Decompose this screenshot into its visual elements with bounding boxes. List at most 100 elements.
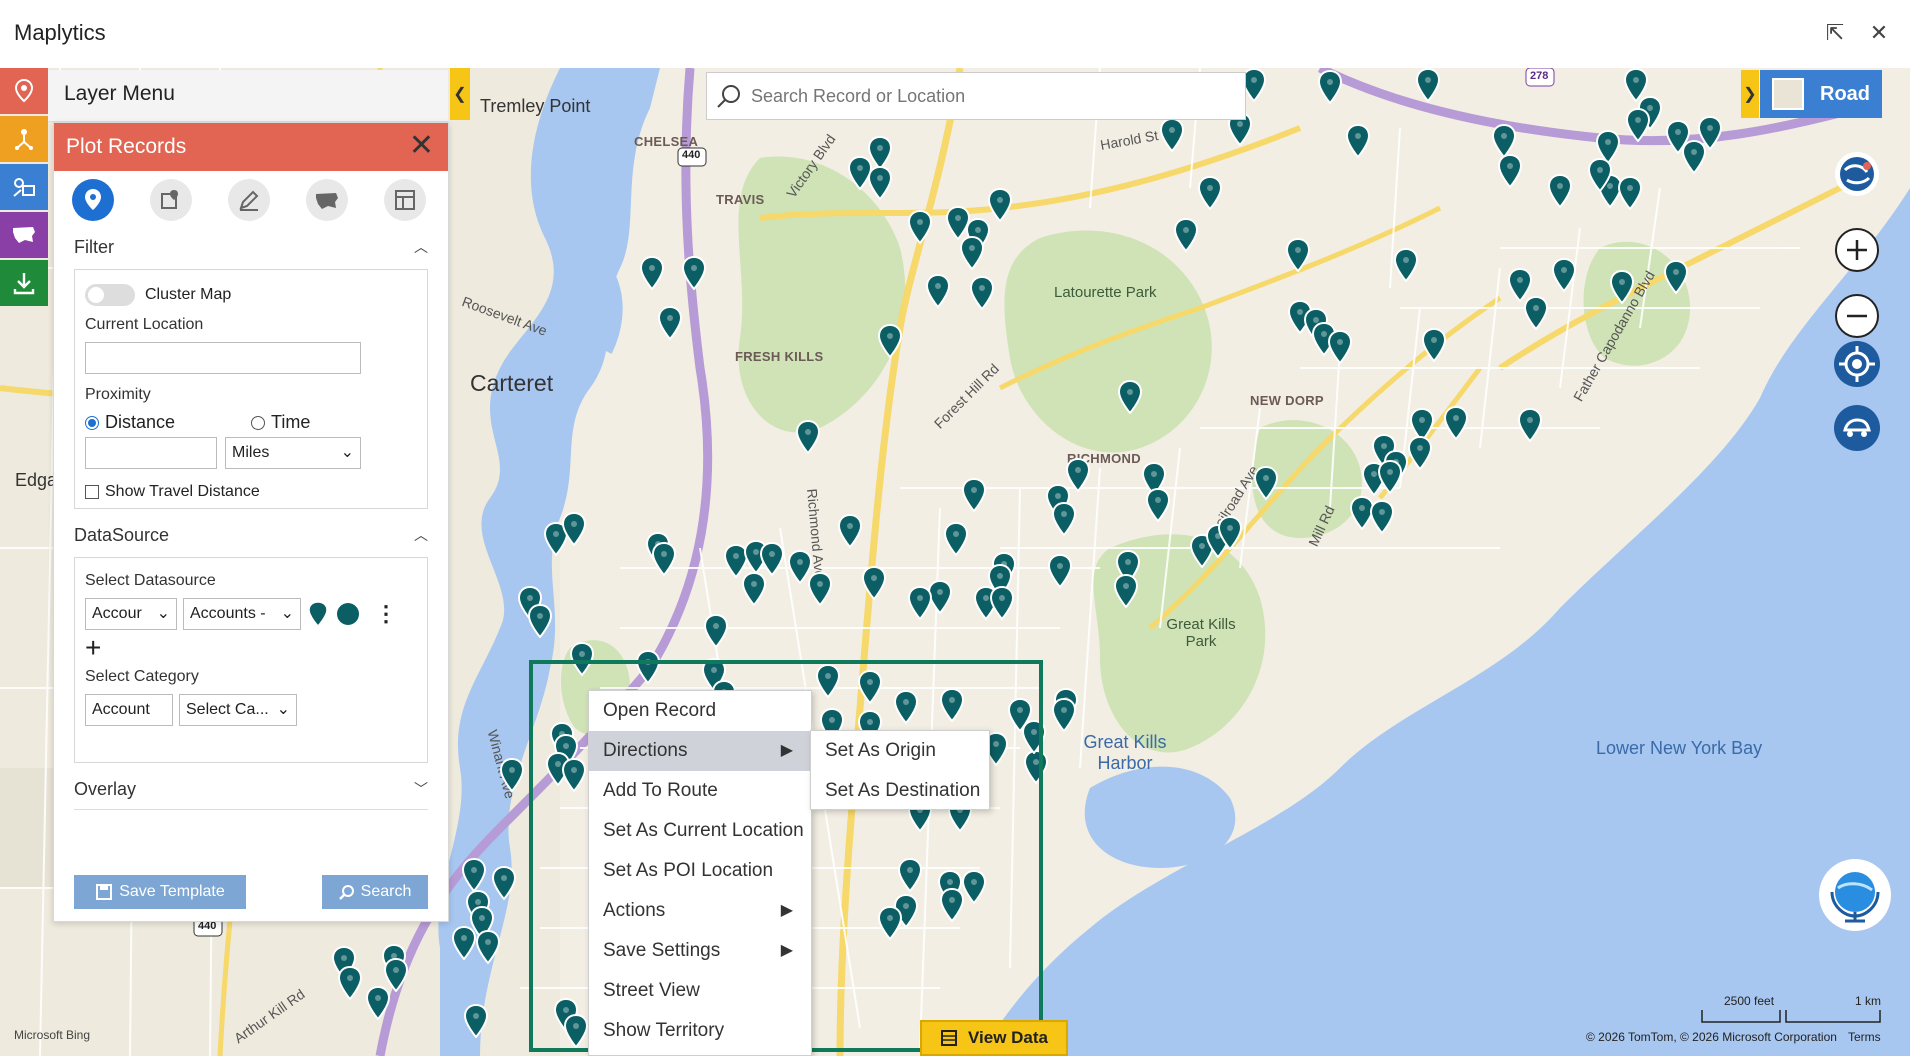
record-pin-icon[interactable] — [1443, 406, 1469, 440]
restore-icon[interactable]: ⇱ — [1820, 18, 1850, 48]
record-pin-icon[interactable] — [1159, 118, 1185, 152]
record-pin-icon[interactable] — [1587, 158, 1613, 192]
distance-input[interactable] — [85, 437, 217, 469]
record-pin-icon[interactable] — [1117, 380, 1143, 414]
entity-select[interactable]: Accour ⌄ — [85, 598, 177, 630]
menu-item-show-territory[interactable]: Show Territory — [589, 1011, 811, 1051]
record-pin-icon[interactable] — [961, 478, 987, 512]
territory-strip-button[interactable] — [0, 164, 48, 210]
record-pin-icon[interactable] — [639, 256, 665, 290]
record-pin-icon[interactable] — [943, 522, 969, 556]
record-pin-icon[interactable] — [1285, 238, 1311, 272]
record-pin-icon[interactable] — [877, 324, 903, 358]
assistant-globe-button[interactable] — [1818, 858, 1892, 932]
record-pin-icon[interactable] — [837, 514, 863, 548]
zoom-in-button[interactable] — [1833, 226, 1881, 274]
record-pin-icon[interactable] — [1051, 698, 1077, 732]
record-pin-icon[interactable] — [925, 274, 951, 308]
record-pin-icon[interactable] — [1663, 260, 1689, 294]
overlay-section-header[interactable]: Overlay ﹀ — [54, 771, 448, 807]
menu-item-set-as-poi-location[interactable]: Set As POI Location — [589, 851, 811, 891]
record-pin-icon[interactable] — [1113, 574, 1139, 608]
color-picker-icon[interactable] — [335, 601, 361, 627]
region-strip-button[interactable] — [0, 212, 48, 258]
record-pin-icon[interactable] — [1551, 258, 1577, 292]
record-pin-icon[interactable] — [1047, 554, 1073, 588]
record-pin-icon[interactable] — [1517, 408, 1543, 442]
record-pin-icon[interactable] — [1217, 516, 1243, 550]
tab-region[interactable] — [306, 179, 348, 221]
terms-link[interactable]: Terms — [1848, 1030, 1881, 1044]
menu-item-add-to-route[interactable]: Add To Route — [589, 771, 811, 811]
record-pin-icon[interactable] — [987, 188, 1013, 222]
menu-item-set-as-origin[interactable]: Set As Origin — [811, 731, 989, 771]
record-pin-icon[interactable] — [1421, 328, 1447, 362]
record-pin-icon[interactable] — [907, 586, 933, 620]
routing-strip-button[interactable] — [0, 116, 48, 162]
menu-item-save-settings[interactable]: Save Settings ▶ — [589, 931, 811, 971]
tab-plot-image[interactable] — [150, 179, 192, 221]
record-pin-icon[interactable] — [807, 572, 833, 606]
record-pin-icon[interactable] — [681, 256, 707, 290]
menu-item-actions[interactable]: Actions ▶ — [589, 891, 811, 931]
record-pin-icon[interactable] — [1407, 436, 1433, 470]
show-travel-distance-checkbox[interactable] — [85, 485, 99, 499]
distance-radio[interactable] — [85, 415, 99, 430]
record-pin-icon[interactable] — [1625, 108, 1651, 142]
more-options-icon[interactable]: ⋮ — [375, 601, 397, 627]
record-pin-icon[interactable] — [741, 572, 767, 606]
filter-section-header[interactable]: Filter ︿ — [54, 229, 448, 265]
datasource-section-header[interactable]: DataSource ︿ — [54, 517, 448, 553]
record-pin-icon[interactable] — [795, 420, 821, 454]
record-pin-icon[interactable] — [1491, 124, 1517, 158]
record-pin-icon[interactable] — [1051, 502, 1077, 536]
pushpin-icon[interactable] — [307, 600, 329, 628]
traffic-button[interactable] — [1833, 404, 1881, 452]
record-pin-icon[interactable] — [463, 1004, 489, 1038]
record-pin-icon[interactable] — [561, 512, 587, 546]
menu-item-directions[interactable]: Directions ▶ — [589, 731, 811, 771]
record-pin-icon[interactable] — [1369, 500, 1395, 534]
record-pin-icon[interactable] — [867, 166, 893, 200]
view-data-button[interactable]: View Data — [920, 1020, 1068, 1056]
record-pin-icon[interactable] — [969, 276, 995, 310]
globe-view-button[interactable] — [1833, 150, 1881, 198]
zoom-out-button[interactable] — [1833, 292, 1881, 340]
record-pin-icon[interactable] — [759, 542, 785, 576]
record-pin-icon[interactable] — [491, 866, 517, 900]
menu-item-street-view[interactable]: Street View — [589, 971, 811, 1011]
record-pin-icon[interactable] — [1681, 140, 1707, 174]
record-pin-icon[interactable] — [1253, 466, 1279, 500]
record-pin-icon[interactable] — [527, 604, 553, 638]
time-radio[interactable] — [251, 415, 265, 430]
record-pin-icon[interactable] — [1617, 176, 1643, 210]
record-pin-icon[interactable] — [651, 542, 677, 576]
view-select[interactable]: Accounts - ⌄ — [183, 598, 301, 630]
tab-layout[interactable] — [384, 179, 426, 221]
map-style-toggle[interactable]: ❯ — [1741, 70, 1759, 118]
record-pin-icon[interactable] — [1497, 154, 1523, 188]
record-pin-icon[interactable] — [1377, 460, 1403, 494]
category-select[interactable]: Select Ca... ⌄ — [179, 694, 297, 726]
plot-records-strip-button[interactable] — [0, 68, 48, 114]
menu-item-set-as-destination[interactable]: Set As Destination — [811, 771, 989, 811]
record-pin-icon[interactable] — [337, 966, 363, 1000]
record-pin-icon[interactable] — [1173, 218, 1199, 252]
close-panel-icon[interactable]: ✕ — [409, 131, 434, 161]
tab-draw[interactable] — [228, 179, 270, 221]
menu-item-set-as-current-location[interactable]: Set As Current Location — [589, 811, 811, 851]
record-pin-icon[interactable] — [1609, 270, 1635, 304]
record-pin-icon[interactable] — [451, 926, 477, 960]
record-pin-icon[interactable] — [907, 210, 933, 244]
record-pin-icon[interactable] — [1547, 174, 1573, 208]
record-pin-icon[interactable] — [861, 566, 887, 600]
record-pin-icon[interactable] — [1393, 248, 1419, 282]
tab-plot-location[interactable] — [72, 179, 114, 221]
collapse-panel-button[interactable]: ❮ — [450, 68, 470, 120]
record-pin-icon[interactable] — [989, 586, 1015, 620]
cluster-map-toggle[interactable] — [85, 284, 135, 306]
menu-item-open-record[interactable]: Open Record — [589, 691, 811, 731]
close-icon[interactable]: ✕ — [1864, 18, 1894, 48]
record-pin-icon[interactable] — [461, 858, 487, 892]
download-strip-button[interactable] — [0, 260, 48, 306]
